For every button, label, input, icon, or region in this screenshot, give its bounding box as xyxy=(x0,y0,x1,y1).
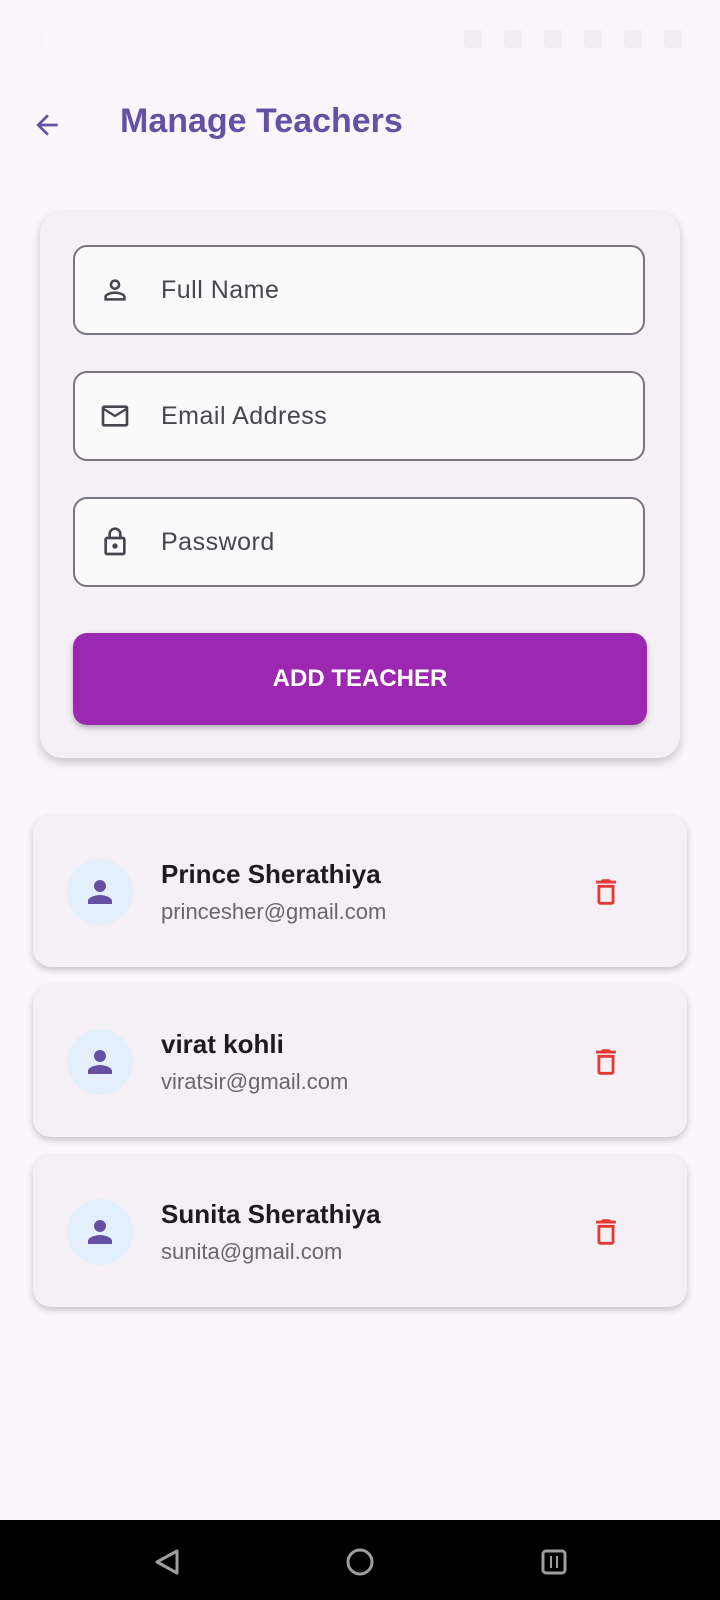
lock-icon xyxy=(97,524,133,560)
email-input[interactable] xyxy=(159,400,603,432)
avatar xyxy=(67,1029,133,1095)
teacher-name: virat kohli xyxy=(161,1029,284,1059)
navigation-bar xyxy=(0,1520,720,1600)
nav-home-icon xyxy=(346,1548,374,1576)
status-icon xyxy=(544,30,562,48)
full-name-field[interactable] xyxy=(73,245,645,335)
delete-icon xyxy=(596,1219,616,1245)
person-icon xyxy=(88,1050,112,1074)
teacher-name: Sunita Sherathiya xyxy=(161,1199,381,1229)
delete-teacher-button[interactable] xyxy=(581,867,631,917)
status-icons xyxy=(464,30,682,48)
arrow-left-icon xyxy=(36,114,58,136)
avatar xyxy=(67,1199,133,1265)
email-field[interactable] xyxy=(73,371,645,461)
back-button[interactable] xyxy=(22,100,72,150)
avatar xyxy=(67,859,133,925)
delete-teacher-button[interactable] xyxy=(581,1037,631,1087)
full-name-input[interactable] xyxy=(159,274,603,306)
password-field[interactable] xyxy=(73,497,645,587)
battery-icon xyxy=(664,30,682,48)
signal-icon xyxy=(624,30,642,48)
status-icon xyxy=(504,30,522,48)
nav-back-icon xyxy=(155,1549,179,1575)
person-icon xyxy=(88,1220,112,1244)
teacher-email: sunita@gmail.com xyxy=(161,1239,343,1264)
teacher-email: viratsir@gmail.com xyxy=(161,1069,349,1094)
add-teacher-form: ADD TEACHER xyxy=(40,212,680,758)
delete-icon xyxy=(596,1049,616,1075)
person-icon xyxy=(88,880,112,904)
status-icon xyxy=(464,30,482,48)
status-time: 15:46 xyxy=(34,28,91,53)
teacher-card: Sunita Sherathiya sunita@gmail.com xyxy=(33,1155,687,1307)
password-input[interactable] xyxy=(159,526,603,558)
add-teacher-button[interactable]: ADD TEACHER xyxy=(73,633,647,725)
status-bar: 15:46 xyxy=(0,0,720,80)
teacher-name: Prince Sherathiya xyxy=(161,859,381,889)
delete-teacher-button[interactable] xyxy=(581,1207,631,1257)
nav-home-button[interactable] xyxy=(340,1542,380,1582)
teacher-card: virat kohli viratsir@gmail.com xyxy=(33,985,687,1137)
nav-recents-button[interactable] xyxy=(534,1542,574,1582)
app-bar: Manage Teachers xyxy=(0,80,720,170)
mail-icon xyxy=(97,398,133,434)
delete-icon xyxy=(596,879,616,905)
wifi-icon xyxy=(584,30,602,48)
teacher-card: Prince Sherathiya princesher@gmail.com xyxy=(33,815,687,967)
person-outline-icon xyxy=(97,272,133,308)
nav-recents-icon xyxy=(541,1549,567,1575)
page-title: Manage Teachers xyxy=(120,102,403,140)
nav-back-button[interactable] xyxy=(146,1542,186,1582)
teacher-list: Prince Sherathiya princesher@gmail.com v… xyxy=(33,815,687,1325)
teacher-email: princesher@gmail.com xyxy=(161,899,387,924)
